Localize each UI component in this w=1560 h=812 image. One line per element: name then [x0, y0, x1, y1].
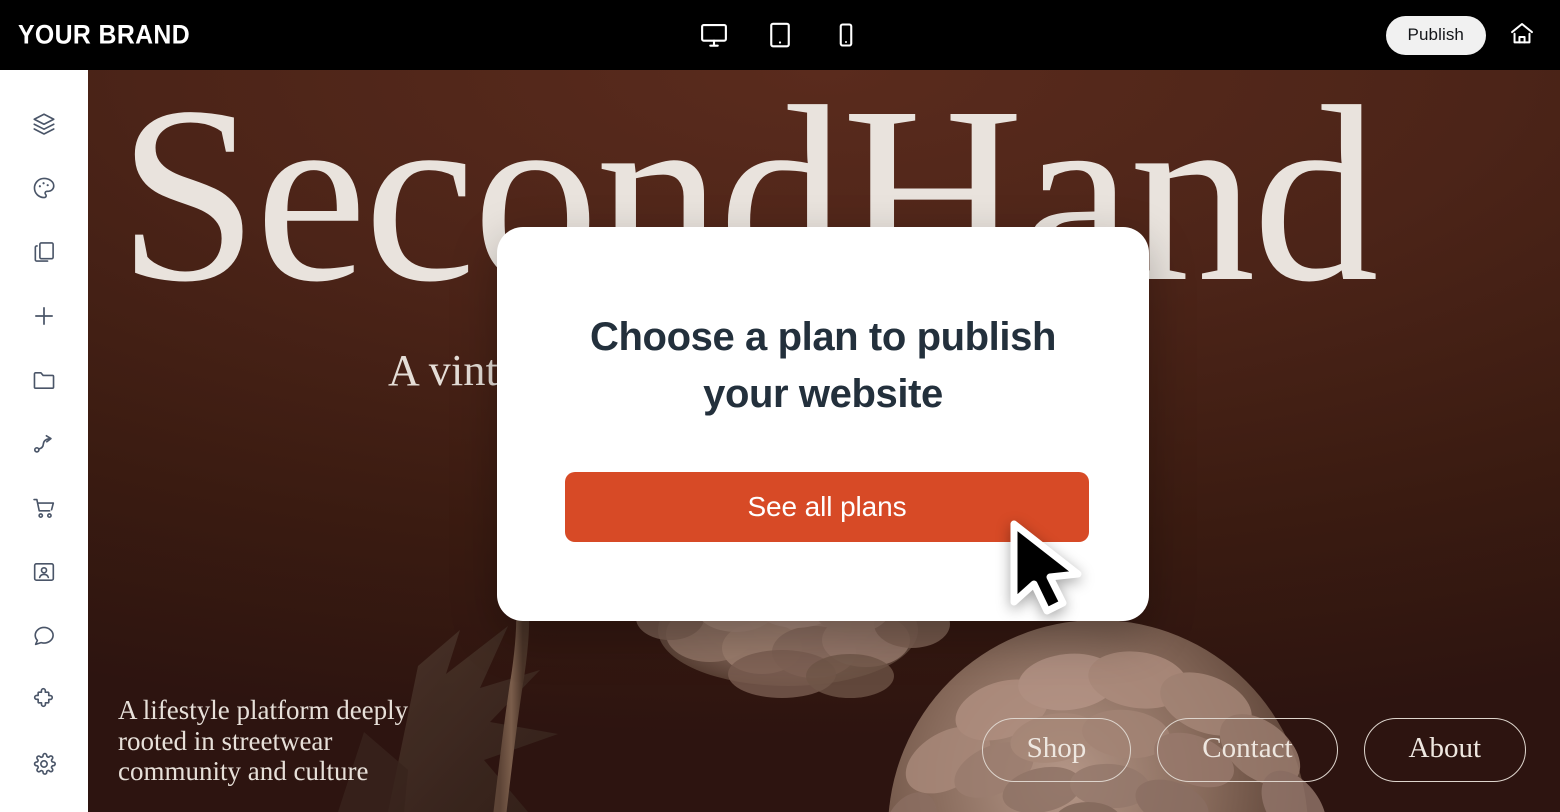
nav-button-contact[interactable]: Contact [1157, 718, 1338, 782]
plus-icon [31, 303, 57, 329]
publish-button[interactable]: Publish [1385, 15, 1486, 55]
sidebar-item-messages[interactable] [16, 604, 72, 668]
nav-button-shop[interactable]: Shop [981, 718, 1132, 782]
publish-plan-modal: Choose a plan to publish your website Se… [497, 227, 1149, 621]
device-preview-switcher [692, 13, 868, 57]
puzzle-icon [31, 687, 57, 713]
layers-icon [31, 111, 57, 137]
chrysanthemum-main [882, 620, 1327, 812]
palette-icon [31, 175, 57, 201]
modal-title: Choose a plan to publish your website [590, 315, 1056, 416]
gear-icon [31, 751, 57, 777]
desktop-icon [699, 20, 729, 50]
path-arrow-icon [31, 431, 57, 457]
sidebar-item-layers[interactable] [16, 92, 72, 156]
sidebar-item-files[interactable] [16, 348, 72, 412]
pages-icon [31, 239, 57, 265]
sidebar-item-pages[interactable] [16, 220, 72, 284]
sidebar-item-add[interactable] [16, 284, 72, 348]
contact-card-icon [31, 559, 57, 585]
home-icon [1508, 19, 1536, 52]
home-button[interactable] [1500, 13, 1544, 57]
sidebar-item-settings[interactable] [16, 732, 72, 796]
sidebar-item-store[interactable] [16, 476, 72, 540]
sidebar-item-interactions[interactable] [16, 412, 72, 476]
hero-paragraph: A lifestyle platform deeply rooted in st… [118, 695, 409, 786]
sidebar-item-apps[interactable] [16, 668, 72, 732]
mobile-icon [832, 21, 860, 49]
sidebar-item-contacts[interactable] [16, 540, 72, 604]
see-all-plans-button[interactable]: See all plans [565, 472, 1089, 542]
mobile-view-button[interactable] [824, 13, 868, 57]
brand-logo: YOUR BRAND [18, 19, 191, 50]
left-sidebar [0, 70, 88, 812]
topbar-actions: Publish [1385, 13, 1544, 57]
folder-icon [31, 367, 57, 393]
top-toolbar: YOUR BRAND Publish [0, 0, 1560, 70]
nav-button-about[interactable]: About [1363, 718, 1526, 782]
desktop-view-button[interactable] [692, 13, 736, 57]
sidebar-item-design[interactable] [16, 156, 72, 220]
tablet-view-button[interactable] [758, 13, 802, 57]
cart-icon [31, 495, 57, 521]
site-nav: Shop Contact About [981, 718, 1526, 782]
chat-bubble-icon [31, 623, 57, 649]
tablet-icon [765, 20, 795, 50]
